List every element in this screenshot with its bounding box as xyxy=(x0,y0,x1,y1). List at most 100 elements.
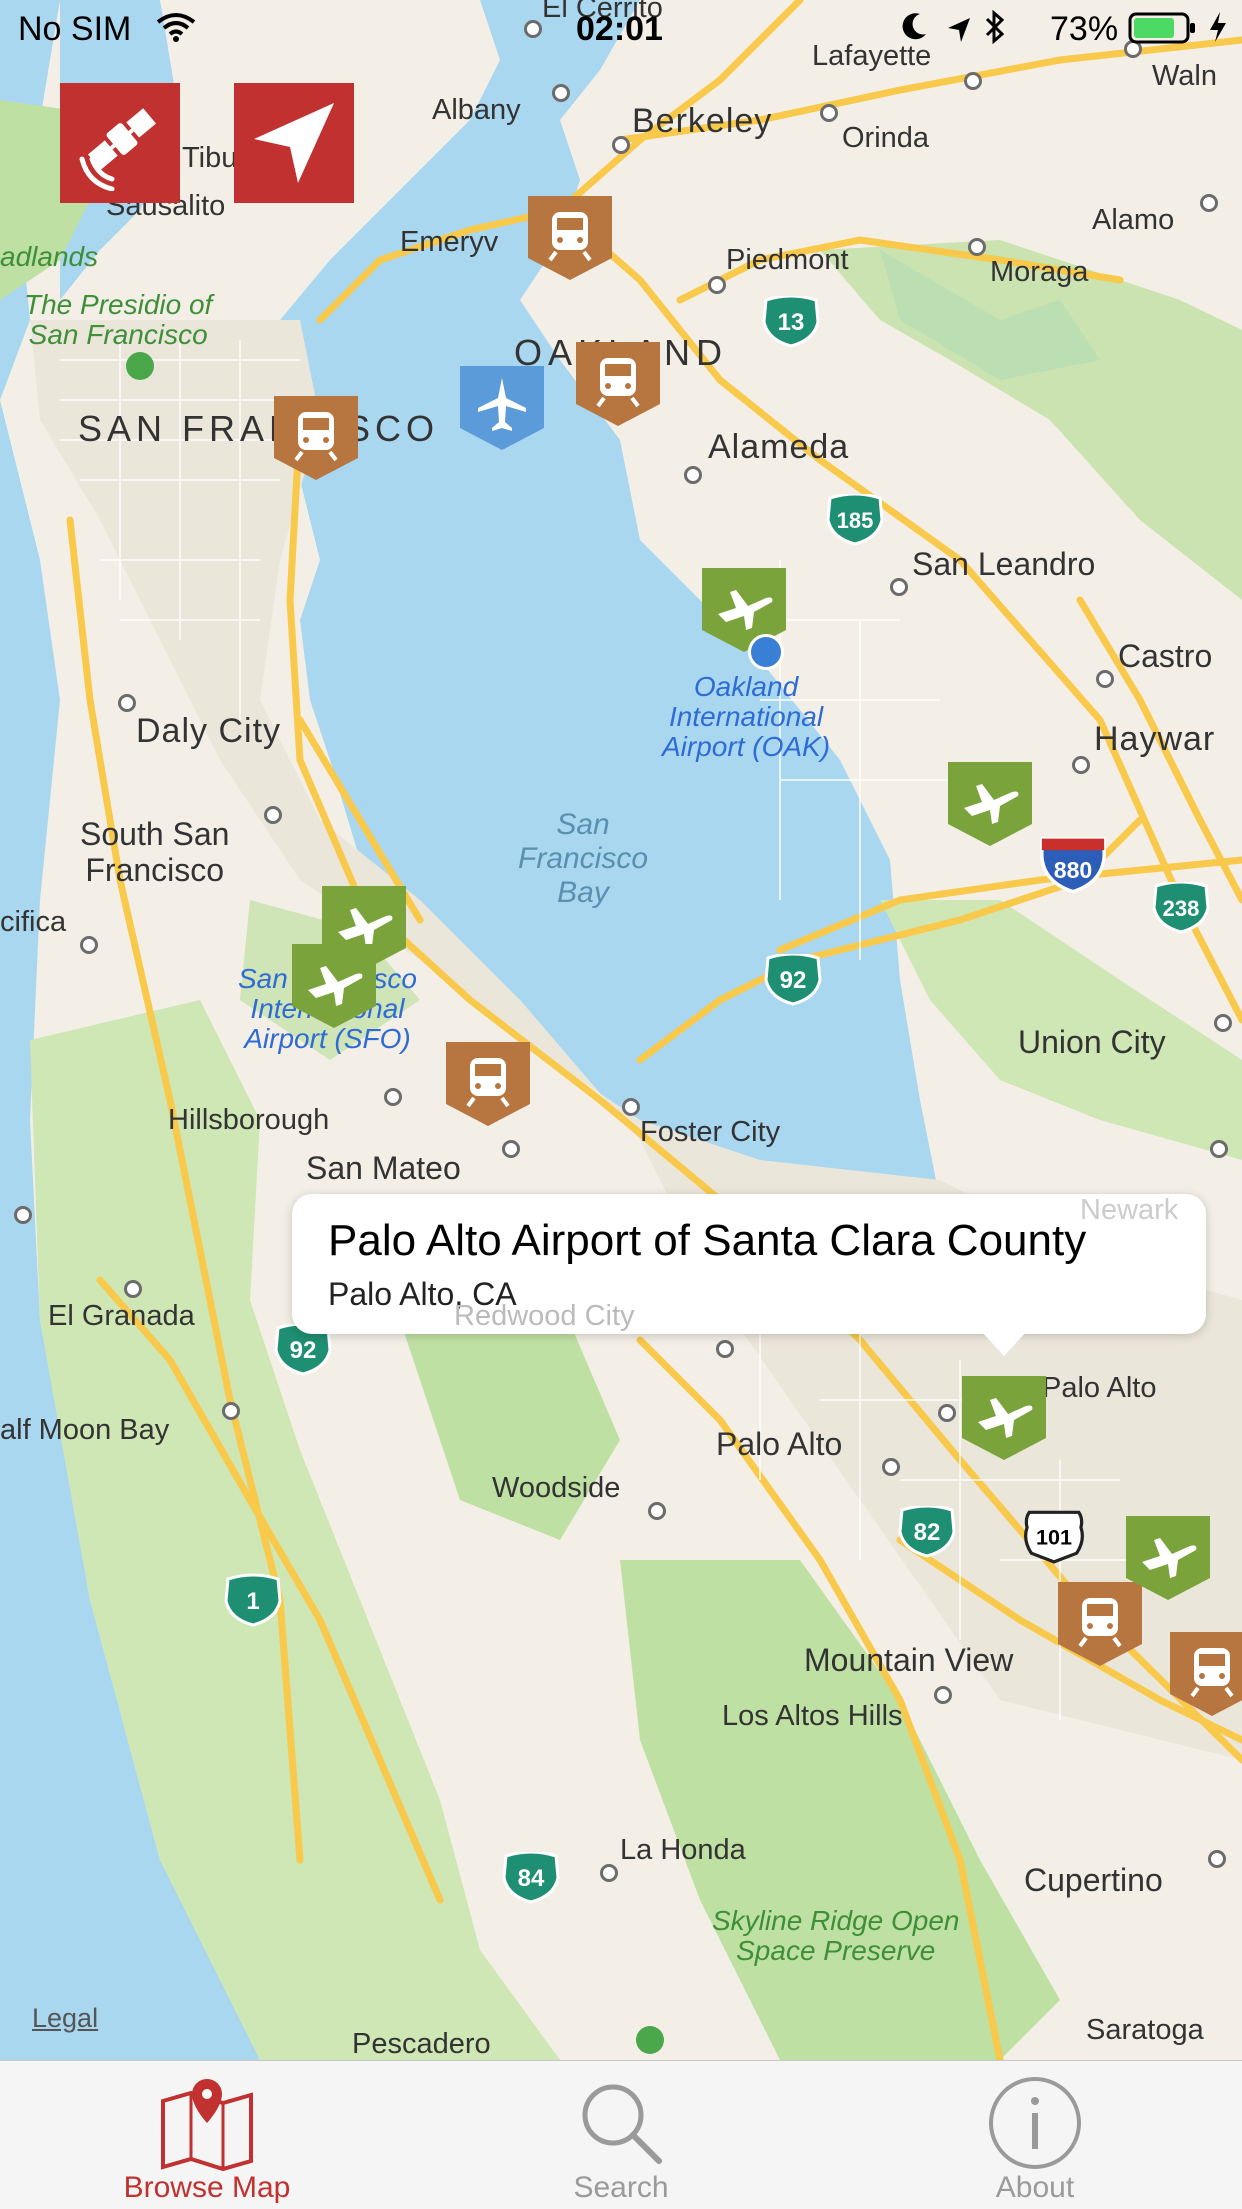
rail-station-pin[interactable] xyxy=(1170,1632,1242,1716)
city-dot xyxy=(622,1098,640,1116)
label-el-granada: El Granada xyxy=(48,1300,195,1332)
label-albany: Albany xyxy=(432,94,521,126)
highway-shield-82: 82 xyxy=(896,1506,958,1558)
city-dot xyxy=(14,1206,32,1224)
label-woodside: Woodside xyxy=(492,1472,621,1504)
map-view[interactable]: El Cerrito Albany Berkeley Lafayette Wal… xyxy=(0,0,1242,2060)
city-dot xyxy=(502,1140,520,1158)
wifi-icon xyxy=(156,12,196,51)
label-daly-city: Daly City xyxy=(136,712,282,750)
label-la-honda: La Honda xyxy=(620,1834,746,1866)
city-dot xyxy=(1210,1140,1228,1158)
svg-text:92: 92 xyxy=(290,1337,317,1364)
city-dot xyxy=(264,806,282,824)
svg-text:880: 880 xyxy=(1054,857,1092,883)
label-oakland-airport: Oakland International Airport (OAK) xyxy=(662,671,831,762)
satellite-toggle-button[interactable] xyxy=(60,83,180,203)
rail-station-pin[interactable] xyxy=(576,342,660,426)
city-dot xyxy=(600,1864,618,1882)
tab-label: About xyxy=(995,2171,1075,2204)
airport-pin[interactable] xyxy=(292,944,376,1028)
rail-station-pin[interactable] xyxy=(446,1042,530,1126)
label-los-altos-hills: Los Altos Hills xyxy=(722,1700,903,1732)
label-alameda: Alameda xyxy=(708,428,850,466)
city-dot xyxy=(1200,194,1218,212)
label-redwood-city: Redwood City xyxy=(454,1300,635,1332)
satellite-icon xyxy=(79,108,157,191)
label-emeryville: Emeryv xyxy=(400,226,499,258)
label-san-mateo: San Mateo xyxy=(306,1150,461,1186)
city-dot xyxy=(684,466,702,484)
airport-pin[interactable] xyxy=(948,762,1032,846)
city-dot xyxy=(1072,756,1090,774)
tab-search[interactable]: Search xyxy=(414,2061,828,2209)
status-bar: No SIM 02:01 73% xyxy=(0,0,1242,60)
city-dot xyxy=(1096,670,1114,688)
highway-shield-13: 13 xyxy=(760,296,822,348)
highway-shield-84: 84 xyxy=(500,1852,562,1904)
current-location-button[interactable] xyxy=(234,83,354,203)
tab-label: Search xyxy=(573,2171,669,2204)
city-dot xyxy=(124,1280,142,1298)
airport-location-dot xyxy=(748,634,784,670)
location-services-icon xyxy=(946,14,972,53)
airport-pin[interactable] xyxy=(1126,1516,1210,1600)
city-dot xyxy=(1214,1014,1232,1032)
label-cupertino: Cupertino xyxy=(1024,1862,1163,1898)
legal-link[interactable]: Legal xyxy=(32,2003,98,2034)
svg-text:101: 101 xyxy=(1036,1526,1072,1550)
label-hayward: Haywar xyxy=(1094,720,1216,758)
plane-icon xyxy=(948,762,1032,846)
airport-pin-selected[interactable] xyxy=(962,1376,1046,1460)
tab-label: Browse Map xyxy=(123,2171,291,2204)
plane-icon xyxy=(962,1376,1046,1460)
label-sf-bay: San Francisco Bay xyxy=(518,808,649,909)
train-icon xyxy=(528,196,612,280)
charging-icon xyxy=(1208,10,1228,53)
park-marker-icon xyxy=(636,2026,664,2054)
city-dot xyxy=(820,104,838,122)
tab-about[interactable]: About xyxy=(828,2061,1242,2209)
city-dot xyxy=(938,1404,956,1422)
label-pescadero: Pescadero xyxy=(352,2028,491,2060)
label-union-city: Union City xyxy=(1018,1024,1166,1060)
city-dot xyxy=(118,694,136,712)
city-dot xyxy=(964,72,982,90)
search-icon xyxy=(582,2084,662,2164)
city-dot xyxy=(890,578,908,596)
label-moraga: Moraga xyxy=(990,256,1089,288)
location-arrow-icon xyxy=(254,103,334,183)
city-dot xyxy=(612,136,630,154)
city-dot xyxy=(384,1088,402,1106)
city-dot xyxy=(882,1458,900,1476)
city-dot xyxy=(648,1502,666,1520)
annotation-callout[interactable]: Palo Alto Airport of Santa Clara County … xyxy=(292,1194,1206,1356)
train-icon xyxy=(274,396,358,480)
highway-shield-238: 238 xyxy=(1150,882,1212,934)
label-newark: Newark xyxy=(1080,1194,1179,1226)
label-east-palo-alto: Palo Alto xyxy=(1042,1372,1157,1404)
airport-pin-blue[interactable] xyxy=(460,366,544,450)
highway-shield-880: 880 xyxy=(1036,834,1110,894)
label-tiburon: Tibu xyxy=(182,142,238,174)
train-icon xyxy=(1170,1632,1242,1716)
city-dot xyxy=(716,1340,734,1358)
rail-station-pin[interactable] xyxy=(528,196,612,280)
label-presidio: The Presidio of San Francisco xyxy=(24,289,213,350)
label-palo-alto: Palo Alto xyxy=(716,1426,843,1462)
city-dot xyxy=(552,84,570,102)
tab-bar: Browse Map Search About xyxy=(0,2060,1242,2209)
svg-text:13: 13 xyxy=(778,309,805,336)
label-headlands: adlands xyxy=(0,241,99,272)
label-saratoga: Saratoga xyxy=(1086,2014,1204,2046)
label-piedmont: Piedmont xyxy=(726,244,849,276)
carrier-label: No SIM xyxy=(18,10,132,48)
info-icon xyxy=(989,2077,1081,2169)
tab-browse-map[interactable]: Browse Map xyxy=(0,2061,414,2209)
label-mountain-view: Mountain View xyxy=(804,1642,1014,1678)
city-dot xyxy=(708,276,726,294)
rail-station-pin[interactable] xyxy=(274,396,358,480)
moon-icon xyxy=(900,12,928,51)
city-dot xyxy=(222,1402,240,1420)
label-south-sf: South San Francisco xyxy=(80,816,230,888)
